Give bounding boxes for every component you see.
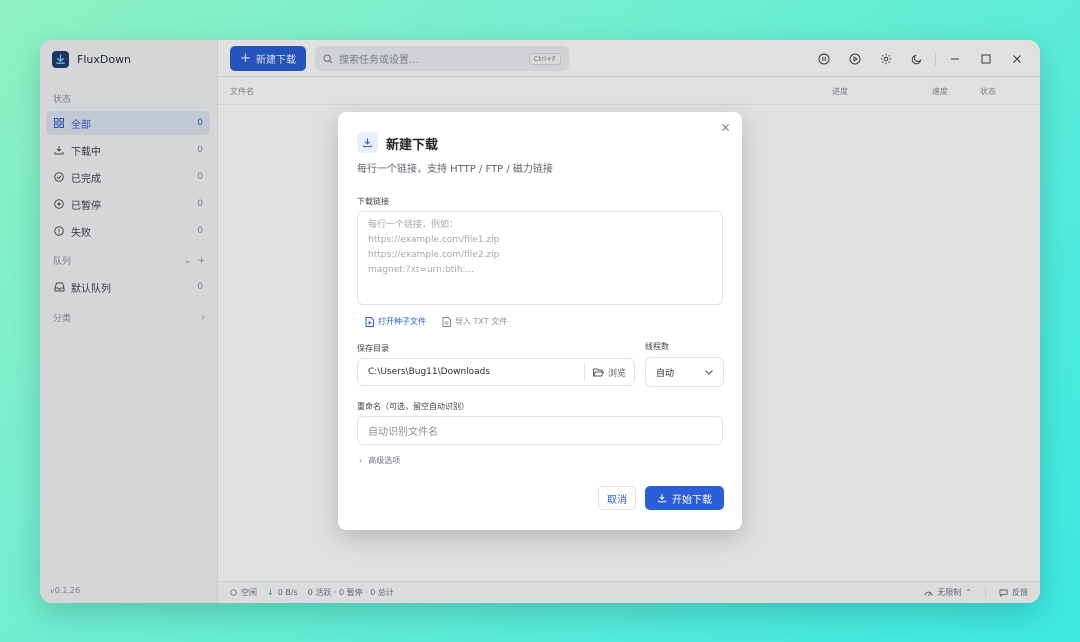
dialog-close-button[interactable] xyxy=(718,120,732,134)
save-dir-value: C:\Users\Bug11\Downloads xyxy=(368,367,491,377)
app-window: FluxDown 状态 全部 0 下载中 0 已完成 0 已暂停 0 失败 0 … xyxy=(40,40,1040,603)
folder-open-icon xyxy=(592,368,604,376)
rename-input[interactable]: 自动识别文件名 xyxy=(357,416,723,445)
dialog-title: 新建下载 xyxy=(386,138,439,153)
start-download-label: 开始下载 xyxy=(672,494,712,506)
open-torrent-label: 打开种子文件 xyxy=(378,317,426,326)
save-dir-field[interactable]: C:\Users\Bug11\Downloads 浏览 xyxy=(357,358,635,386)
threads-label: 线程数 xyxy=(645,342,669,351)
start-download-button[interactable]: 开始下载 xyxy=(645,486,724,510)
save-dir-label: 保存目录 xyxy=(357,344,389,353)
url-field-label: 下载链接 xyxy=(357,197,389,206)
rename-label: 重命名（可选，留空自动识别） xyxy=(357,402,469,411)
chevron-down-icon xyxy=(705,369,713,375)
browse-button[interactable]: 浏览 xyxy=(583,363,634,381)
import-txt-button[interactable]: 导入 TXT 文件 xyxy=(442,316,507,327)
file-plus-icon xyxy=(365,316,374,327)
open-torrent-button[interactable]: 打开种子文件 xyxy=(365,316,426,327)
dialog-subtitle: 每行一个链接，支持 HTTP / FTP / 磁力链接 xyxy=(357,164,553,175)
download-icon xyxy=(357,132,378,153)
advanced-options-label: 高级选项 xyxy=(368,456,401,465)
cancel-button[interactable]: 取消 xyxy=(598,486,636,510)
file-text-icon xyxy=(442,316,451,327)
advanced-options-toggle[interactable]: › 高级选项 xyxy=(359,455,400,466)
close-icon xyxy=(721,123,729,131)
download-icon xyxy=(658,494,666,503)
threads-select[interactable]: 自动 xyxy=(645,357,724,387)
threads-value: 自动 xyxy=(656,368,675,379)
browse-label: 浏览 xyxy=(607,368,626,379)
chevron-right-icon: › xyxy=(359,456,363,465)
url-import-actions: 打开种子文件 导入 TXT 文件 xyxy=(365,316,507,327)
new-download-dialog: 新建下载 每行一个链接，支持 HTTP / FTP / 磁力链接 下载链接 每行… xyxy=(338,112,742,530)
url-textarea[interactable]: 每行一个链接，例如： https://example.com/file1.zip… xyxy=(357,211,723,305)
import-txt-label: 导入 TXT 文件 xyxy=(455,317,508,326)
